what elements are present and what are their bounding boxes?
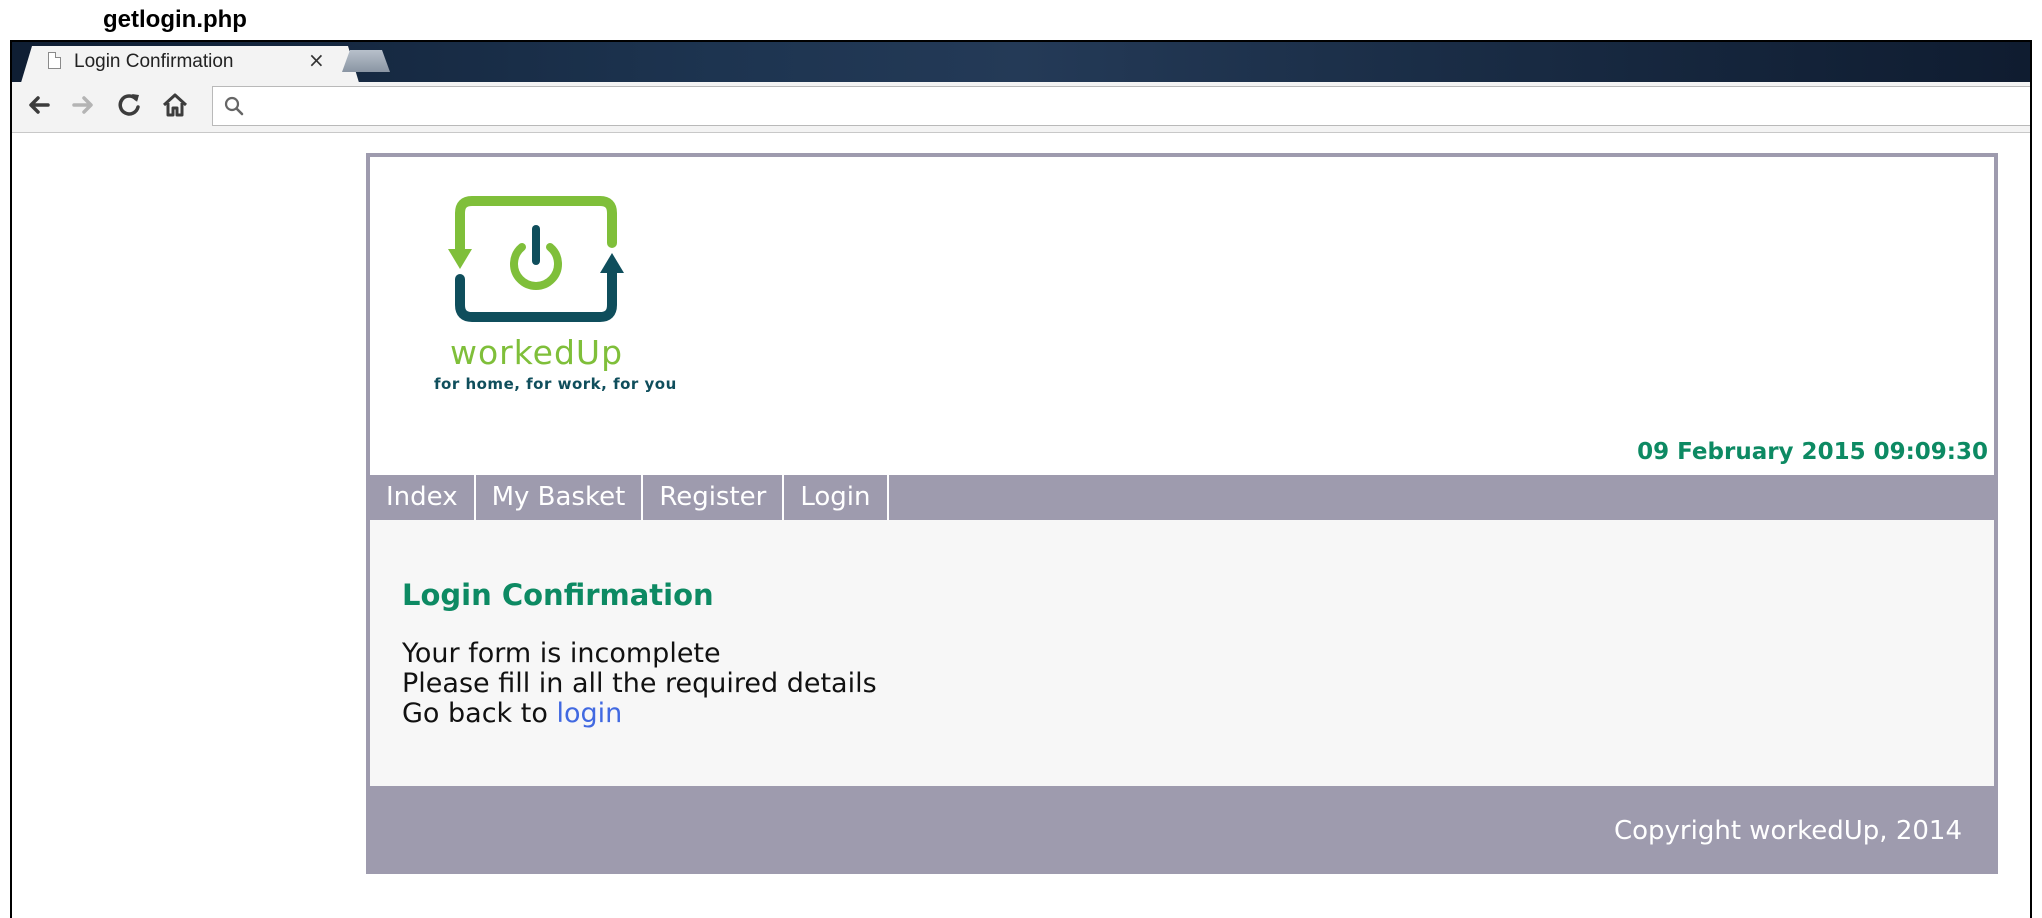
- message-incomplete: Your form is incomplete: [402, 638, 721, 669]
- site-navbar: Index My Basket Register Login: [370, 475, 1994, 520]
- nav-item-login[interactable]: Login: [784, 475, 889, 520]
- nav-item-register[interactable]: Register: [643, 475, 785, 520]
- nav-item-index[interactable]: Index: [370, 475, 476, 520]
- message-go-back: Go back to login: [402, 698, 622, 729]
- logo-tagline: for home, for work, for you: [434, 375, 677, 393]
- current-datetime: 09 February 2015 09:09:30: [1637, 439, 1988, 465]
- login-link[interactable]: login: [556, 698, 622, 729]
- page-icon: [48, 52, 61, 69]
- page-title: Login Confirmation: [402, 578, 714, 612]
- close-icon[interactable]: ×: [308, 48, 325, 72]
- site-footer: Copyright workedUp, 2014: [370, 786, 1994, 870]
- back-arrow-icon[interactable]: [22, 88, 56, 122]
- site-header: workedUp for home, for work, for you 09 …: [370, 157, 1994, 475]
- browser-toolbar: [12, 82, 2030, 133]
- search-icon: [224, 96, 244, 116]
- address-bar[interactable]: [212, 86, 2030, 126]
- logo-name: workedUp: [450, 333, 624, 372]
- page-caption: getlogin.php: [103, 6, 247, 33]
- tab-strip: Login Confirmation ×: [12, 42, 2030, 86]
- tab-title: Login Confirmation: [74, 51, 234, 72]
- message-required-details: Please fill in all the required details: [402, 668, 877, 699]
- copyright-text: Copyright workedUp, 2014: [1613, 816, 1962, 846]
- forward-arrow-icon[interactable]: [66, 88, 100, 122]
- main-content: Login Confirmation Your form is incomple…: [370, 520, 1994, 786]
- site-container: workedUp for home, for work, for you 09 …: [366, 153, 1998, 874]
- browser-window: Login Confirmation × workedUp for home, …: [10, 40, 2032, 918]
- reload-icon[interactable]: [112, 88, 146, 122]
- nav-item-my-basket[interactable]: My Basket: [476, 475, 644, 520]
- page-viewport: workedUp for home, for work, for you 09 …: [12, 133, 2030, 918]
- new-tab-button[interactable]: [342, 50, 390, 72]
- go-back-text: Go back to: [402, 698, 557, 729]
- home-icon[interactable]: [158, 88, 192, 122]
